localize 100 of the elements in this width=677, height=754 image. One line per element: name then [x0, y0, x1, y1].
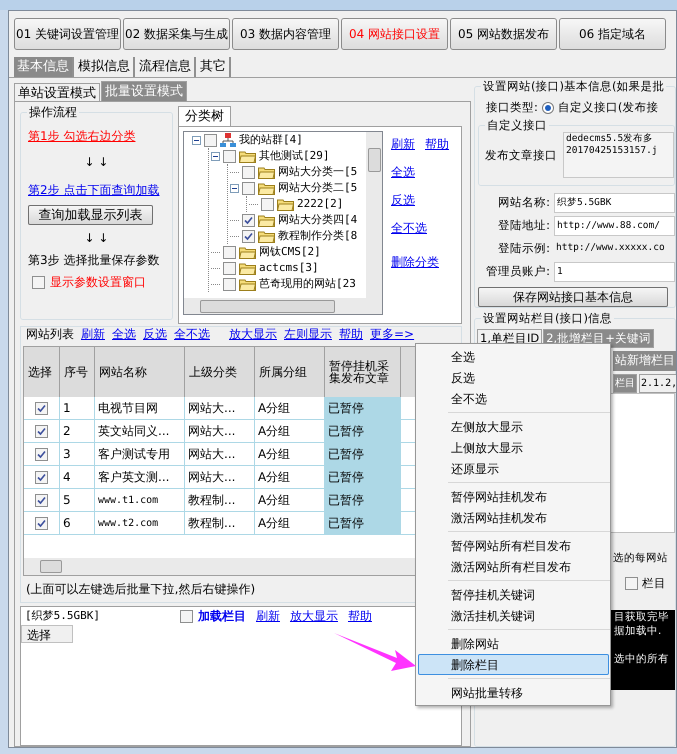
menu-item[interactable]: 激活网站挂机发布: [418, 507, 609, 528]
menu-item[interactable]: 暂停挂机关键词: [418, 584, 609, 605]
tree-item[interactable]: 我的站群[4]: [239, 133, 303, 147]
menu-item[interactable]: 删除栏目: [418, 654, 609, 675]
link[interactable]: 反选: [143, 327, 167, 341]
vertical-scrollbar[interactable]: [366, 132, 382, 298]
save-button[interactable]: 保存网站接口基本信息: [478, 286, 668, 307]
column-header[interactable]: 所属分组: [255, 347, 325, 397]
link[interactable]: 帮助: [348, 607, 372, 625]
main-tab[interactable]: 06 指定域名: [559, 18, 666, 50]
link[interactable]: 全不选: [174, 327, 210, 341]
checkbox[interactable]: [261, 198, 274, 210]
checkbox[interactable]: [223, 262, 236, 274]
checkbox[interactable]: [242, 182, 255, 194]
link[interactable]: 反选: [391, 191, 415, 209]
menu-item[interactable]: 反选: [418, 367, 609, 388]
horizontal-scrollbar[interactable]: [184, 298, 382, 314]
menu-item[interactable]: 全不选: [418, 388, 609, 409]
checkbox[interactable]: [242, 214, 255, 226]
tree-item[interactable]: 芭奇现用的网站[23: [259, 277, 356, 291]
folder-icon: [239, 278, 256, 290]
tree-item[interactable]: 教程制作分类[8: [278, 229, 358, 243]
checkbox[interactable]: [242, 166, 255, 178]
menu-item[interactable]: 暂停网站所有栏目发布: [418, 535, 609, 556]
checkbox[interactable]: [625, 576, 638, 590]
checkbox[interactable]: [223, 278, 236, 290]
tab[interactable]: 模拟信息: [75, 57, 135, 77]
tab[interactable]: 分类树: [178, 106, 231, 126]
menu-item[interactable]: 全选: [418, 346, 609, 367]
checkbox[interactable]: [223, 246, 236, 258]
checkbox[interactable]: [242, 230, 255, 242]
link[interactable]: 全不选: [391, 219, 427, 237]
interface-field[interactable]: dedecms5.5发布多 20170425153157.j: [563, 132, 674, 178]
collapse-icon[interactable]: [192, 136, 201, 144]
tree-item[interactable]: actcms[3]: [259, 261, 319, 275]
checkbox[interactable]: [32, 276, 45, 288]
tree-item[interactable]: 2222[2]: [297, 197, 344, 211]
tab[interactable]: 2.1.2,: [639, 374, 676, 393]
step-link[interactable]: 第1步 勾选右边分类: [28, 127, 165, 145]
menu-item[interactable]: 暂停网站挂机发布: [418, 486, 609, 507]
checkbox[interactable]: [35, 470, 48, 484]
link[interactable]: 刷新: [391, 135, 415, 153]
input-field[interactable]: 1: [554, 262, 675, 282]
checkbox[interactable]: [223, 150, 236, 162]
link[interactable]: 删除分类: [391, 253, 439, 271]
folder-icon: [258, 166, 275, 178]
menu-item[interactable]: 上侧放大显示: [418, 437, 609, 458]
link[interactable]: 帮助: [339, 327, 363, 341]
checkbox[interactable]: [180, 610, 193, 622]
tree-item[interactable]: 网钛CMS[2]: [259, 245, 321, 259]
column-header[interactable]: 选择: [24, 347, 60, 397]
checkbox[interactable]: [35, 424, 48, 438]
checkbox[interactable]: [35, 516, 48, 530]
link[interactable]: 刷新: [256, 607, 280, 625]
tree-item[interactable]: 网站大分类二[5: [278, 181, 358, 195]
main-tab[interactable]: 03 数据内容管理: [232, 18, 339, 50]
link[interactable]: 刷新: [81, 327, 105, 341]
menu-item[interactable]: 网站批量转移: [418, 682, 609, 703]
table-cell: 6: [60, 512, 95, 534]
field-label: 管理员账户:: [485, 262, 550, 280]
collapse-icon[interactable]: [230, 184, 239, 192]
main-tab[interactable]: 05 网站数据发布: [450, 18, 557, 50]
column-header[interactable]: 网站名称: [95, 347, 185, 397]
menu-item[interactable]: 删除网站: [418, 633, 609, 654]
tab[interactable]: 其它: [197, 57, 231, 77]
link[interactable]: 左则显示: [284, 327, 332, 341]
link[interactable]: 全选: [391, 163, 415, 181]
column-header[interactable]: 选择: [21, 625, 73, 643]
menu-item[interactable]: 左侧放大显示: [418, 416, 609, 437]
load-list-button[interactable]: 查询加载显示列表: [28, 205, 153, 225]
radio-button[interactable]: [542, 102, 554, 114]
link[interactable]: 帮助: [425, 135, 449, 153]
link[interactable]: 全选: [112, 327, 136, 341]
checkbox[interactable]: [35, 448, 48, 460]
menu-item[interactable]: 还原显示: [418, 458, 609, 479]
tree-item[interactable]: 网站大分类一[5: [278, 165, 358, 179]
field-label: 接口类型:: [486, 99, 538, 116]
checkbox[interactable]: [35, 494, 48, 506]
menu-item[interactable]: 激活网站所有栏目发布: [418, 556, 609, 577]
tree-item[interactable]: 其他测试[29]: [259, 149, 330, 163]
link[interactable]: 放大显示: [229, 327, 277, 341]
menu-item[interactable]: 激活挂机关键词: [418, 605, 609, 626]
column-header[interactable]: 序号: [60, 347, 95, 397]
tab[interactable]: 流程信息: [136, 57, 196, 77]
table-cell: www.t1.com: [95, 489, 185, 511]
link[interactable]: 放大显示: [290, 607, 338, 625]
link[interactable]: 更多=>: [370, 327, 414, 341]
checkbox-label: 栏目: [642, 574, 666, 592]
input-field[interactable]: 织梦5.5GBK: [554, 192, 675, 213]
collapse-icon[interactable]: [211, 152, 220, 160]
step-link[interactable]: 第2步 点击下面查询加载: [28, 181, 165, 199]
folder-icon: [277, 198, 294, 210]
checkbox[interactable]: [204, 134, 217, 146]
tab[interactable]: 单站设置模式: [14, 83, 100, 101]
main-tab[interactable]: 01 关键词设置管理: [14, 18, 121, 50]
tree-item[interactable]: 网站大分类四[4: [278, 213, 358, 227]
main-tab[interactable]: 02 数据采集与生成: [123, 18, 230, 50]
input-field[interactable]: http://www.88.com/: [554, 216, 675, 236]
checkbox[interactable]: [35, 402, 48, 414]
column-header[interactable]: 上级分类: [185, 347, 255, 397]
